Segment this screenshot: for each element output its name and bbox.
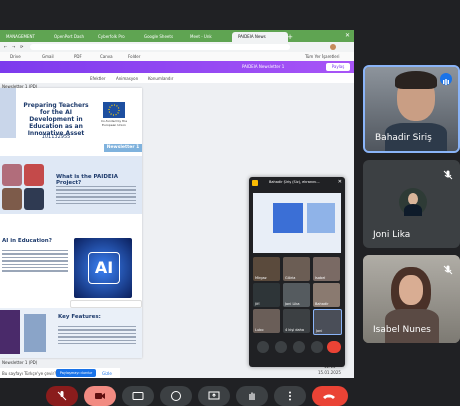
feature-image: [24, 314, 46, 352]
pip-title: Bahadir Şiriş (Siz), ekranını...: [269, 180, 320, 184]
kids-collage: [2, 164, 44, 210]
meet-pip-window[interactable]: Bahadir Şiriş (Siz), ekranını... ✕ Mirga…: [249, 177, 345, 367]
raise-hand-button[interactable]: [236, 386, 268, 406]
participant-avatar: [399, 188, 427, 216]
pip-hand-button[interactable]: [293, 341, 305, 353]
stop-sharing-button[interactable]: Paylaşmayı durdur: [56, 369, 96, 377]
translate-bar: Bu sayfayı Türkçe'ye çevir? Paylaşmayı d…: [0, 368, 120, 378]
element-toolbar[interactable]: [70, 300, 142, 308]
tab-label: OpenPort Dash: [54, 34, 85, 39]
bookmark-item[interactable]: PDF: [74, 54, 82, 59]
pip-participant-tile: Joni Lika: [283, 283, 310, 307]
newsletter-badge: Newsletter 1: [104, 144, 142, 152]
eu-label: Co-funded by the European Union: [100, 119, 128, 127]
browser-tab[interactable]: OpenPort Dash: [48, 32, 98, 42]
pip-mic-button[interactable]: [257, 341, 269, 353]
section-heading: AI in Education?: [2, 238, 52, 244]
pip-participant-tile: Isabel: [313, 257, 340, 281]
translate-prompt: Bu sayfayı Türkçe'ye çevir?: [2, 371, 57, 376]
more-options-button[interactable]: [274, 386, 306, 406]
section-heading: Key Features:: [58, 314, 101, 320]
participant-name: Bahadir Siriş: [375, 133, 432, 143]
camera-button[interactable]: [84, 386, 116, 406]
participant-name: Isabel Nunes: [373, 325, 431, 335]
pip-hangup-button[interactable]: [327, 341, 341, 353]
reload-icon[interactable]: ⟳: [20, 44, 23, 49]
newsletter-page[interactable]: Preparing Teachers for the AI Developmen…: [0, 88, 142, 358]
bookmark-item[interactable]: Gmail: [42, 54, 54, 59]
pip-participant-tile: Lubo: [253, 309, 280, 333]
newsletter-title: Preparing Teachers for the AI Developmen…: [23, 102, 89, 137]
speaking-indicator-icon: [440, 73, 452, 85]
preview-image: [307, 203, 335, 233]
header-accent: [0, 88, 16, 138]
all-bookmarks-link[interactable]: Tüm Yer İşaretleri: [305, 54, 340, 59]
bookmark-item[interactable]: Folder: [128, 54, 140, 59]
mic-off-icon: [442, 261, 454, 275]
page-label-bottom: Newsletter 1 (PD): [2, 360, 38, 365]
browser-tab[interactable]: Cyberfolk Pro: [92, 32, 144, 42]
new-tab-icon[interactable]: +: [286, 32, 294, 42]
pip-participant-tile: Mirgaz: [253, 257, 280, 281]
pip-header: Bahadir Şiriş (Siz), ekranını... ✕: [249, 177, 345, 189]
pip-more-button[interactable]: [311, 341, 323, 353]
doc-title[interactable]: PAIDEIA Newsletter 1: [242, 64, 284, 69]
animate-button[interactable]: Animasyon: [116, 76, 138, 81]
url-field[interactable]: [30, 44, 290, 50]
ai-label: AI: [88, 252, 120, 284]
pip-participant-tile: Bahadir: [313, 283, 340, 307]
pip-participant-tile: Joni: [313, 309, 342, 335]
section-body-text: [2, 248, 68, 274]
bookmark-item[interactable]: Canva: [100, 54, 113, 59]
tab-label: PAIDEIA News: [238, 34, 266, 39]
participant-face: [399, 275, 423, 305]
ai-graphic: AI: [74, 238, 132, 298]
browser-tab[interactable]: Meet - Unk: [184, 32, 238, 42]
close-window-icon[interactable]: ✕: [344, 32, 351, 39]
hide-link[interactable]: Gizle: [102, 371, 112, 376]
project-code: 101132955: [41, 134, 71, 140]
canva-header: PAIDEIA Newsletter 1 Paylaş: [0, 61, 354, 73]
back-icon[interactable]: ←: [4, 44, 7, 49]
participant-tile-speaking[interactable]: Bahadir Siriş: [363, 65, 460, 153]
tab-label: MANAGEMENT: [6, 34, 35, 39]
tab-label: Meet - Unk: [190, 34, 212, 39]
taskbar-date: 15.01.2025: [318, 370, 341, 375]
section-body-text: [58, 324, 136, 346]
profile-avatar[interactable]: [330, 44, 336, 50]
feature-image: [0, 310, 20, 354]
pip-close-icon[interactable]: ✕: [338, 179, 342, 185]
browser-tab-strip: MANAGEMENT OpenPort Dash Cyberfolk Pro G…: [0, 30, 354, 42]
bookmark-item[interactable]: Drive: [10, 54, 21, 59]
mic-button[interactable]: [46, 386, 78, 406]
pip-participant-tile: Glória: [283, 257, 310, 281]
effects-button[interactable]: Efektler: [90, 76, 106, 81]
pip-more-tile[interactable]: 4 kişi daha: [283, 309, 310, 333]
eu-flag-logo: [103, 102, 125, 118]
section-body-text: [56, 184, 136, 206]
mic-off-icon: [442, 166, 454, 180]
tab-label: Google Sheets: [144, 34, 174, 39]
pip-participant-tile: Jiří: [253, 283, 280, 307]
forward-icon[interactable]: →: [12, 44, 15, 49]
participant-name: Joni Lika: [373, 230, 411, 240]
tab-label: Cyberfolk Pro: [98, 34, 125, 39]
preview-image: [273, 203, 303, 233]
participant-tile[interactable]: Isabel Nunes: [363, 255, 460, 343]
present-button[interactable]: [198, 386, 230, 406]
pip-camera-button[interactable]: [275, 341, 287, 353]
share-button[interactable]: Paylaş: [326, 63, 350, 71]
browser-tab[interactable]: MANAGEMENT: [0, 32, 54, 42]
captions-button[interactable]: [122, 386, 154, 406]
browser-tab-active[interactable]: PAIDEIA News: [232, 32, 288, 42]
participant-tile[interactable]: Joni Lika: [363, 160, 460, 248]
emoji-button[interactable]: [160, 386, 192, 406]
address-bar[interactable]: ← → ⟳: [0, 42, 354, 52]
position-button[interactable]: Konumlandır: [148, 76, 173, 81]
hangup-button[interactable]: [312, 386, 348, 406]
browser-tab[interactable]: Google Sheets: [138, 32, 190, 42]
meet-logo-icon: [252, 180, 258, 186]
pip-shared-preview: [253, 193, 341, 253]
participant-hair: [395, 71, 437, 89]
